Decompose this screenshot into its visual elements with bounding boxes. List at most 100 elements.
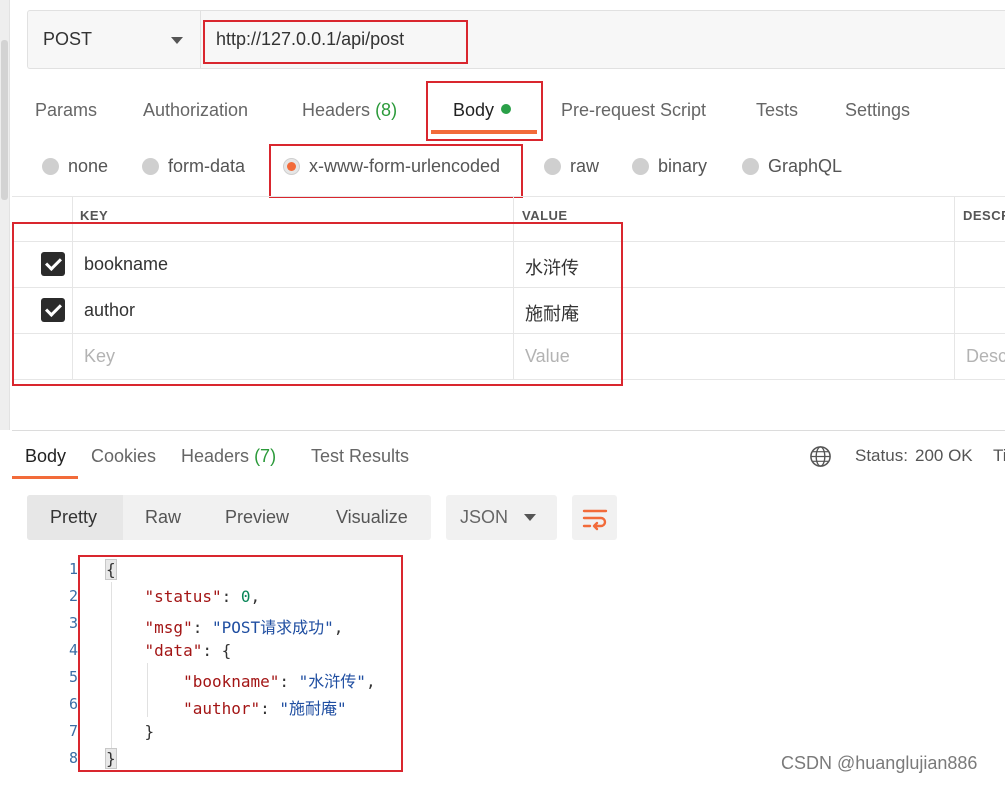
tab-pre-request-script[interactable]: Pre-request Script	[561, 100, 706, 121]
param-key-bookname[interactable]: bookname	[84, 254, 168, 275]
tab-params[interactable]: Params	[35, 100, 97, 121]
line-number: 1	[68, 560, 78, 578]
watermark: CSDN @huanglujian886	[781, 753, 978, 773]
json-key: "author"	[183, 699, 261, 718]
json-value: 0	[240, 587, 251, 606]
col-header-key: KEY	[80, 208, 109, 223]
code-line-2: "status": 0,	[144, 587, 261, 606]
line-number: 3	[68, 614, 78, 632]
radio-label: GraphQL	[768, 155, 843, 176]
code-line-8: }	[105, 748, 117, 769]
json-value: "水浒传"	[298, 672, 366, 691]
active-tab-underline	[431, 130, 537, 134]
radio-circle-icon	[42, 157, 59, 175]
tab-settings[interactable]: Settings	[845, 100, 910, 121]
resp-tab-test-results[interactable]: Test Results	[311, 446, 409, 467]
resp-tab-headers[interactable]: Headers (7)	[181, 446, 276, 467]
brace-open: {	[105, 559, 117, 580]
code-line-7: }	[106, 722, 155, 741]
resp-tab-headers-count: (7)	[254, 446, 277, 466]
line-number: 4	[68, 641, 78, 659]
row-divider	[12, 333, 1005, 334]
radio-circle-icon	[142, 157, 159, 175]
left-scroll-gutter[interactable]	[0, 0, 10, 430]
new-description-input[interactable]: Desc	[966, 346, 1005, 367]
pane-divider[interactable]	[12, 430, 1005, 431]
col-divider[interactable]	[954, 196, 955, 380]
radio-selected-icon	[283, 157, 300, 175]
col-divider	[72, 196, 73, 380]
json-key: "status"	[144, 587, 222, 606]
line-number: 2	[68, 587, 78, 605]
body-modified-dot-icon	[501, 104, 512, 114]
time-label: Ti	[993, 446, 1005, 465]
url-text[interactable]: http://127.0.0.1/api/post	[216, 29, 404, 50]
status-label: Status:	[855, 446, 908, 465]
brace-close: }	[105, 748, 117, 769]
param-key-author[interactable]: author	[84, 300, 135, 321]
radio-graphql[interactable]: GraphQL	[742, 154, 842, 178]
view-visualize[interactable]: Visualize	[336, 507, 408, 528]
view-pretty[interactable]: Pretty	[50, 507, 97, 528]
param-value-bookname[interactable]: 水浒传	[525, 254, 579, 280]
code-line-6: "author": "施耐庵"	[183, 699, 347, 718]
view-preview[interactable]: Preview	[225, 507, 289, 528]
json-value: "POST请求成功"	[211, 618, 334, 637]
resp-tab-cookies[interactable]: Cookies	[91, 446, 156, 467]
code-line-4: "data": {	[144, 641, 232, 660]
row-divider	[12, 379, 1005, 380]
json-key: "bookname"	[183, 672, 280, 691]
col-divider[interactable]	[513, 196, 514, 380]
row-checkbox-checked-icon[interactable]	[41, 252, 65, 276]
code-line-3: "msg": "POST请求成功",	[144, 618, 344, 637]
json-value: "施耐庵"	[279, 699, 347, 718]
scroll-thumb[interactable]	[1, 40, 8, 200]
params-table-header	[12, 196, 1005, 242]
radio-label: binary	[658, 155, 708, 176]
row-checkbox-checked-icon[interactable]	[41, 298, 65, 322]
param-value-author[interactable]: 施耐庵	[525, 300, 579, 326]
format-label: JSON	[460, 507, 509, 527]
line-number: 6	[68, 695, 78, 713]
new-key-input[interactable]: Key	[84, 346, 115, 367]
resp-tab-body[interactable]: Body	[25, 446, 66, 467]
radio-binary[interactable]: binary	[632, 154, 707, 178]
radio-form-data[interactable]: form-data	[142, 154, 245, 178]
method-label: POST	[43, 29, 93, 49]
tab-body-label: Body	[453, 100, 495, 120]
code-line-1: {	[105, 559, 117, 580]
radio-label: none	[68, 155, 109, 176]
col-header-description: DESCR	[963, 208, 1005, 223]
radio-circle-icon	[742, 157, 759, 175]
status-value[interactable]: 200 OK	[915, 446, 973, 466]
view-raw[interactable]: Raw	[145, 507, 181, 528]
json-key: "data"	[144, 641, 203, 660]
radio-none[interactable]: none	[42, 154, 108, 178]
tab-authorization[interactable]: Authorization	[143, 100, 248, 121]
tab-tests[interactable]: Tests	[756, 100, 798, 121]
tab-headers[interactable]: Headers (8)	[302, 100, 397, 121]
tab-body[interactable]: Body	[453, 100, 512, 121]
line-number: 5	[68, 668, 78, 686]
new-value-input[interactable]: Value	[525, 346, 570, 367]
globe-icon[interactable]	[809, 445, 832, 468]
wrap-lines-icon	[582, 509, 608, 531]
code-line-5: "bookname": "水浒传",	[183, 672, 376, 691]
chevron-down-icon[interactable]	[171, 37, 183, 44]
radio-raw[interactable]: raw	[544, 154, 599, 178]
resp-tab-headers-label: Headers	[181, 446, 250, 466]
radio-label: raw	[570, 155, 600, 176]
radio-circle-icon	[544, 157, 561, 175]
radio-label: form-data	[168, 155, 246, 176]
line-number: 8	[68, 749, 78, 767]
row-divider	[12, 287, 1005, 288]
chevron-down-icon[interactable]	[524, 514, 536, 521]
line-number: 7	[68, 722, 78, 740]
tab-headers-count: (8)	[375, 100, 398, 120]
radio-circle-icon	[632, 157, 649, 175]
radio-label: x-www-form-urlencoded	[309, 155, 501, 176]
col-header-value: VALUE	[522, 208, 568, 223]
resp-active-tab-underline	[12, 476, 78, 479]
json-key: "msg"	[144, 618, 193, 637]
radio-x-www-form-urlencoded[interactable]: x-www-form-urlencoded	[283, 154, 500, 178]
